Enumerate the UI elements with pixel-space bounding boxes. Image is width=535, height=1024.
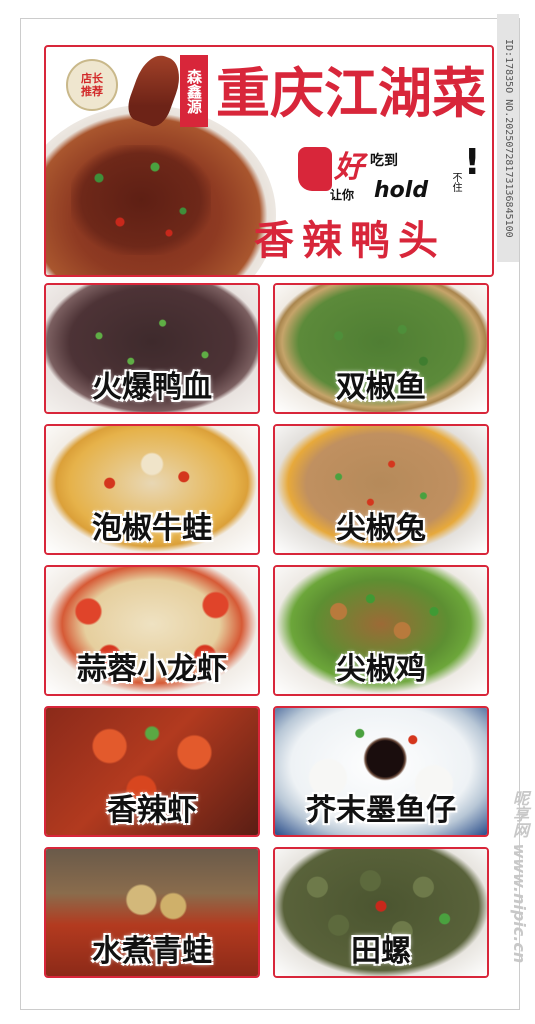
- slogan-rangni: 让你: [330, 188, 355, 202]
- manager-recommend-badge: 店长推荐: [66, 59, 118, 111]
- dish-name: 火爆鸭血: [92, 370, 212, 405]
- thumbs-up-icon: [298, 147, 332, 191]
- dish-card-shrimp: 香辣虾: [44, 706, 260, 837]
- dish-name: 水煮青蛙: [92, 934, 212, 969]
- dish-card-chicken: 尖椒鸡: [273, 565, 489, 696]
- dish-name: 田螺: [351, 934, 411, 969]
- badge-text: 店长推荐: [81, 72, 103, 98]
- slogan: 好 吃到 让你 hold 不住 !: [298, 142, 488, 222]
- dish-name: 泡椒牛蛙: [92, 511, 212, 546]
- dish-name: 尖椒鸡: [336, 652, 426, 687]
- slogan-buzhu: 不住: [450, 172, 461, 192]
- page-title: 重庆江湖菜: [216, 61, 486, 125]
- dish-card-bullfrog: 泡椒牛蛙: [44, 424, 260, 555]
- dish-name: 芥末墨鱼仔: [306, 793, 456, 828]
- image-id-watermark: ID:17835O NO.20250728173136845100: [497, 14, 519, 262]
- dish-card-crayfish: 蒜蓉小龙虾: [44, 565, 260, 696]
- slogan-hold: hold: [374, 178, 429, 203]
- dish-name: 双椒鱼: [336, 370, 426, 405]
- dish-card-duck-blood: 火爆鸭血: [44, 283, 260, 414]
- dish-card-squid: 芥末墨鱼仔: [273, 706, 489, 837]
- dish-card-fish: 双椒鱼: [273, 283, 489, 414]
- dish-card-snail: 田螺: [273, 847, 489, 978]
- site-watermark: 昵享网 www.nipic.cn: [510, 790, 529, 964]
- dish-name: 蒜蓉小龙虾: [77, 652, 227, 687]
- brand-seal: 森鑫源: [180, 55, 208, 127]
- dish-name: 香辣虾: [107, 793, 197, 828]
- hero-banner: 店长推荐 森鑫源 重庆江湖菜 好 吃到 让你 hold 不住 ! 香辣鸭头: [44, 45, 494, 277]
- slogan-exclamation: !: [464, 142, 481, 183]
- dish-card-rabbit: 尖椒兔: [273, 424, 489, 555]
- slogan-hao: 好: [334, 150, 364, 185]
- dish-card-boiled-frog: 水煮青蛙: [44, 847, 260, 978]
- dish-name: 尖椒兔: [336, 511, 426, 546]
- featured-dish-name: 香辣鸭头: [254, 217, 446, 264]
- slogan-chidao: 吃到: [370, 153, 398, 169]
